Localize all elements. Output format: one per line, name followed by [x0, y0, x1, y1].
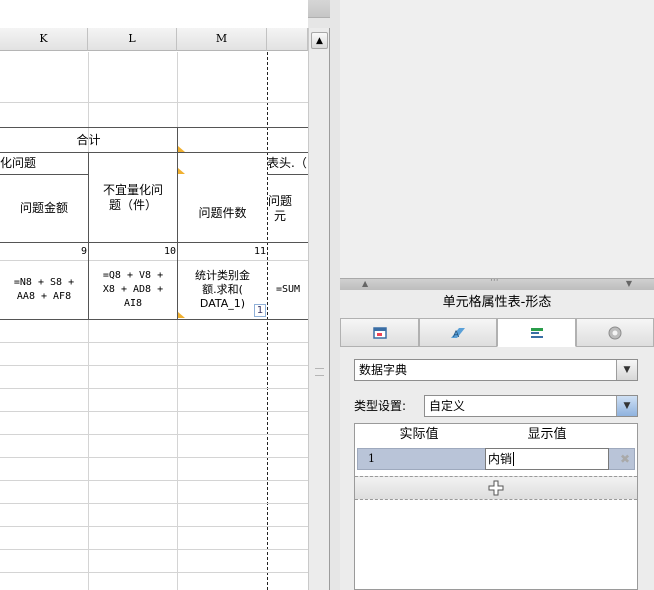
cell-marker	[178, 168, 185, 174]
gridline	[0, 503, 308, 504]
row-actual-value[interactable]: 1	[368, 449, 375, 469]
column-header-n[interactable]	[267, 28, 308, 51]
scroll-up-icon[interactable]: ▲	[311, 32, 328, 49]
gridline	[0, 411, 308, 412]
panel-empty-area	[340, 0, 654, 278]
cell-heji[interactable]: 合计	[0, 128, 177, 152]
type-setting-label: 类型设置:	[354, 399, 407, 413]
scroll-grip-icon[interactable]	[315, 368, 324, 376]
column-header-l[interactable]: L	[88, 28, 177, 51]
gridline	[0, 342, 308, 343]
chevron-down-icon[interactable]: ▼	[616, 396, 637, 416]
vertical-scrollbar[interactable]: ▲	[308, 28, 330, 590]
cell-wenti-partial[interactable]: 问题 元	[268, 175, 308, 242]
page-break-line	[267, 52, 268, 590]
column-header-m[interactable]: M	[177, 28, 267, 51]
gridline	[0, 572, 308, 573]
column-header-k[interactable]: K	[0, 28, 88, 51]
delete-row-icon[interactable]: ✖	[616, 449, 634, 469]
svg-text:A: A	[453, 330, 460, 340]
plus-icon	[488, 480, 504, 496]
cell-badge: 1	[254, 304, 266, 317]
cell-formula-k[interactable]: =N8 + S8 + AA8 + AF8	[0, 261, 88, 319]
gridline	[0, 434, 308, 435]
cell-formula-l[interactable]: =Q8 + V8 + X8 + AD8 + AI8	[89, 261, 177, 319]
gridline	[0, 480, 308, 481]
cell-formula-n[interactable]: =SUM	[268, 261, 308, 319]
cell-biaotou[interactable]: 表头.（	[267, 153, 308, 174]
gridline	[0, 102, 308, 103]
collapse-down-icon[interactable]: ▼	[626, 279, 632, 288]
chevron-down-icon[interactable]: ▼	[616, 360, 637, 380]
tab-form-control[interactable]	[497, 318, 576, 347]
gridline	[0, 526, 308, 527]
splitter-grip-icon[interactable]: ···	[490, 276, 499, 286]
gridline	[0, 365, 308, 366]
row-display-input[interactable]: 内销	[485, 448, 609, 470]
type-setting-value: 自定义	[429, 399, 466, 413]
form-control-icon	[530, 327, 543, 338]
cell-num-9[interactable]: 9	[0, 243, 87, 260]
add-row-button[interactable]	[355, 476, 637, 500]
tab-format[interactable]: A	[419, 318, 497, 347]
widget-type-select[interactable]: 数据字典 ▼	[354, 359, 638, 381]
tab-content: 数据字典 ▼ 类型设置: 自定义 ▼ 实际值 显示值 1 内销 ✖	[340, 347, 654, 590]
column-header-display: 显示值	[527, 427, 567, 442]
cell-num-10[interactable]: 10	[89, 243, 176, 260]
panel-splitter[interactable]: ▲ ··· ▼	[340, 276, 654, 290]
property-panel: ▲ ··· ▼ 单元格属性表-形态 A 数据字典 ▼ 类型设置: 自定义 ▼ 实…	[340, 0, 654, 590]
widget-type-value: 数据字典	[359, 363, 408, 377]
cell-marker	[178, 146, 185, 152]
table-border	[0, 319, 308, 320]
cell-marker	[178, 312, 185, 318]
type-setting-select[interactable]: 自定义 ▼	[424, 395, 638, 417]
gridline	[0, 457, 308, 458]
cell-num-11[interactable]: 11	[178, 243, 266, 260]
format-icon: A	[451, 327, 465, 340]
dictionary-grid[interactable]: 实际值 显示值 1 内销 ✖	[354, 423, 638, 590]
spreadsheet-grid[interactable]: K L M 合计 化问题 表头.（ 问题金额 不宜量化问 题（件） 问题件数 问…	[0, 0, 308, 590]
cell-style-icon	[372, 326, 387, 339]
gear-icon	[608, 326, 622, 339]
collapse-up-icon[interactable]: ▲	[362, 279, 368, 288]
gridline	[0, 549, 308, 550]
cell-wenti-jine[interactable]: 问题金额	[0, 175, 88, 242]
cell-buyi-lianghua[interactable]: 不宜量化问 题（件）	[89, 153, 177, 242]
column-header-actual: 实际值	[399, 427, 439, 442]
gridline	[0, 388, 308, 389]
table-row[interactable]: 1 内销 ✖	[357, 448, 635, 470]
row-display-value: 内销	[488, 452, 513, 466]
panel-title: 单元格属性表-形态	[442, 295, 552, 310]
text-cursor	[513, 452, 515, 466]
cell-wenti-jianshu[interactable]: 问题件数	[178, 175, 267, 242]
tab-cell-style[interactable]	[340, 318, 419, 347]
cell-wenti[interactable]: 化问题	[0, 153, 88, 174]
tab-advanced-settings[interactable]	[576, 318, 654, 347]
